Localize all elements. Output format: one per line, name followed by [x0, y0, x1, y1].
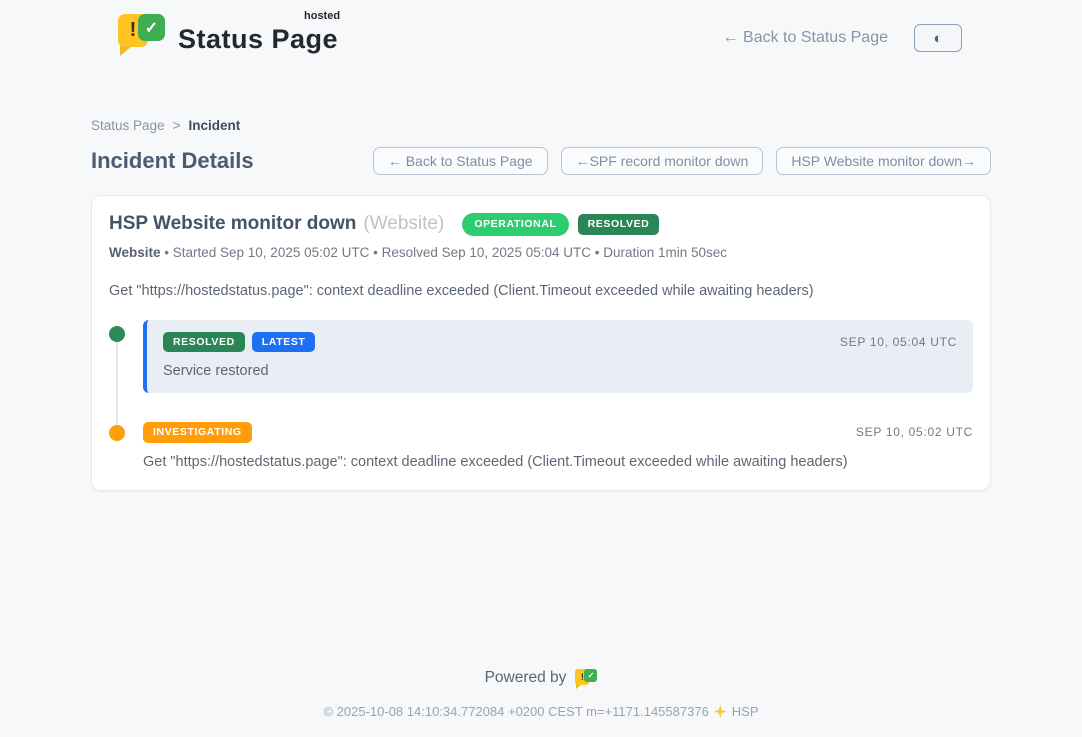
- page-head: Incident Details ← Back to Status Page ←…: [91, 147, 991, 175]
- timeline-entry-head: RESOLVED LATEST SEP 10, 05:04 UTC: [163, 332, 957, 353]
- incident-title-row: HSP Website monitor down (Website) OPERA…: [109, 213, 973, 236]
- incident-title: HSP Website monitor down: [109, 213, 356, 235]
- half-circle-contrast-icon: ◐: [933, 30, 942, 47]
- statuspage-logo-icon-small[interactable]: ! ✓: [575, 669, 597, 689]
- timeline-timestamp: SEP 10, 05:02 UTC: [856, 425, 973, 439]
- copyright-line: © 2025-10-08 14:10:34.772084 +0200 CEST …: [0, 704, 1082, 719]
- incident-meta-component: Website: [109, 245, 161, 260]
- timeline-entry: INVESTIGATING SEP 10, 05:02 UTC Get "htt…: [109, 422, 973, 470]
- timeline-timestamp: SEP 10, 05:04 UTC: [840, 335, 957, 349]
- timeline-entry-head: INVESTIGATING SEP 10, 05:02 UTC: [143, 422, 973, 443]
- next-incident-button[interactable]: HSP Website monitor down→: [776, 147, 991, 175]
- copyright-brand-suffix: HSP: [732, 704, 759, 719]
- breadcrumb: Status Page > Incident: [91, 118, 991, 133]
- breadcrumb-incident: Incident: [188, 118, 240, 133]
- brand-logo[interactable]: ! ✓ Status Page hosted: [118, 14, 338, 56]
- incident-meta: Website • Started Sep 10, 2025 05:02 UTC…: [109, 245, 973, 260]
- breadcrumb-separator: >: [173, 118, 181, 133]
- back-to-status-page-link[interactable]: ← Back to Status Page: [723, 29, 888, 47]
- statuspage-logo-icon: ! ✓: [118, 14, 166, 56]
- brand-text-wrap: Status Page hosted: [178, 16, 338, 55]
- header-right: ← Back to Status Page ◐: [723, 24, 962, 52]
- timeline-dot-investigating: [109, 425, 125, 441]
- brand-superscript: hosted: [304, 10, 340, 22]
- timeline-message: Get "https://hostedstatus.page": context…: [143, 454, 973, 470]
- powered-by: Powered by ! ✓: [0, 668, 1082, 688]
- sparkles-icon: [714, 705, 727, 718]
- logo-check-icon: ✓: [138, 14, 165, 41]
- incident-timeline: RESOLVED LATEST SEP 10, 05:04 UTC Servic…: [109, 323, 973, 470]
- timeline-entry-body-latest: RESOLVED LATEST SEP 10, 05:04 UTC Servic…: [143, 320, 973, 394]
- status-page-app: ! ✓ Status Page hosted ← Back to Status …: [0, 0, 1082, 737]
- footer: Powered by ! ✓ © 2025-10-08 14:10:34.772…: [0, 648, 1082, 737]
- incident-card: HSP Website monitor down (Website) OPERA…: [91, 195, 991, 491]
- timeline-dot-resolved: [109, 326, 125, 342]
- operational-status-badge: OPERATIONAL: [462, 213, 568, 236]
- breadcrumb-status-page[interactable]: Status Page: [91, 118, 165, 133]
- main-content: Status Page > Incident Incident Details …: [91, 56, 991, 648]
- powered-by-label: Powered by: [485, 669, 567, 687]
- logo-check-icon: ✓: [584, 669, 597, 682]
- brand-name: Status Page: [178, 24, 338, 54]
- incident-meta-details: • Started Sep 10, 2025 05:02 UTC • Resol…: [161, 245, 728, 260]
- timeline-message: Service restored: [163, 363, 957, 379]
- page-title: Incident Details: [91, 148, 254, 174]
- incident-description: Get "https://hostedstatus.page": context…: [109, 283, 973, 299]
- incident-nav-buttons: ← Back to Status Page ←SPF record monito…: [373, 147, 991, 175]
- prev-incident-button[interactable]: ←SPF record monitor down: [561, 147, 764, 175]
- incident-component: (Website): [363, 213, 444, 235]
- resolved-badge: RESOLVED: [163, 332, 245, 353]
- copyright-text: © 2025-10-08 14:10:34.772084 +0200 CEST …: [323, 704, 708, 719]
- investigating-badge: INVESTIGATING: [143, 422, 252, 443]
- latest-badge: LATEST: [252, 332, 316, 353]
- timeline-entry-body: INVESTIGATING SEP 10, 05:02 UTC Get "htt…: [143, 422, 973, 470]
- header: ! ✓ Status Page hosted ← Back to Status …: [0, 0, 1082, 56]
- theme-toggle-button[interactable]: ◐: [914, 24, 962, 52]
- resolved-status-badge: RESOLVED: [578, 214, 660, 235]
- back-to-status-page-button[interactable]: ← Back to Status Page: [373, 147, 548, 175]
- timeline-entry: RESOLVED LATEST SEP 10, 05:04 UTC Servic…: [109, 323, 973, 394]
